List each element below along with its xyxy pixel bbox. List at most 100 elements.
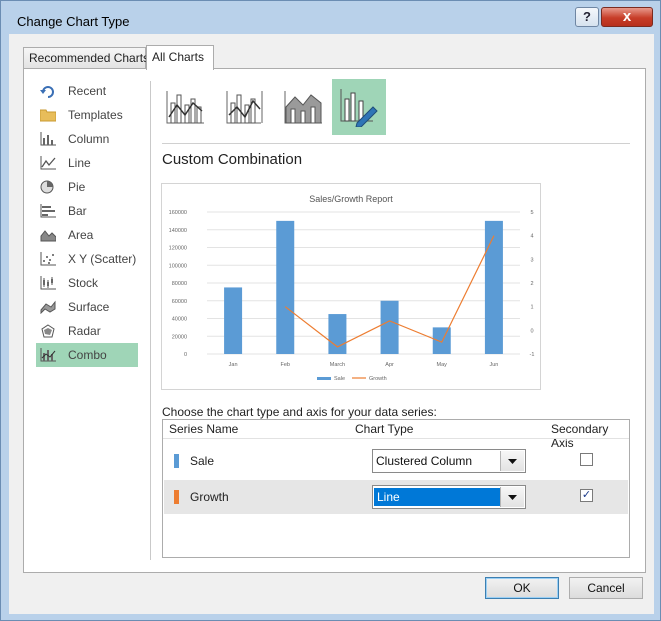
column-line-secondary-axis-thumbnail[interactable] [218, 79, 272, 135]
sidebar-item-area[interactable]: Area [36, 223, 138, 247]
bar-feb [276, 220, 295, 354]
y2-tick-label: 5 [530, 210, 533, 216]
sidebar-item-recent[interactable]: Recent [36, 79, 138, 103]
custom-combination-thumbnail[interactable] [332, 79, 386, 135]
x-tick-label: Jun [489, 362, 498, 368]
panel-divider [150, 81, 151, 560]
sidebar-item-label: Area [68, 228, 94, 242]
y2-tick-label: 0 [530, 328, 533, 334]
sidebar-item-scatter[interactable]: X Y (Scatter) [36, 247, 138, 271]
sidebar-item-label: Surface [68, 300, 110, 314]
bar-may [432, 327, 451, 354]
sidebar-item-label: Line [68, 156, 91, 170]
ok-button[interactable]: OK [485, 577, 559, 599]
chart-category-list: Recent Templates Column Line Pie Bar Are… [36, 79, 140, 367]
sidebar-item-combo[interactable]: Combo [36, 343, 138, 367]
header-separator [163, 438, 629, 439]
change-chart-type-dialog: Change Chart Type ? x Recommended Charts… [0, 0, 661, 621]
y-tick-label: 60000 [172, 299, 187, 305]
legend-label-sale: Sale [334, 376, 345, 382]
clustered-column-line-thumbnail[interactable] [158, 79, 212, 135]
x-tick-label: Feb [281, 362, 290, 368]
series-name: Growth [190, 490, 229, 504]
column-line-secondary-axis-icon [226, 91, 263, 124]
bar-jan [224, 287, 243, 354]
recent-icon [40, 86, 54, 98]
dialog-body: Recommended Charts All Charts Recent Tem… [9, 34, 654, 614]
column-header-chart-type: Chart Type [355, 422, 414, 436]
radar-chart-icon [41, 324, 55, 338]
sidebar-item-surface[interactable]: Surface [36, 295, 138, 319]
stacked-area-column-thumbnail[interactable] [276, 79, 330, 135]
y-tick-label: 160000 [169, 210, 187, 216]
y-tick-label: 120000 [169, 246, 187, 252]
stock-chart-icon [40, 276, 56, 290]
sidebar-item-label: Templates [68, 108, 123, 122]
y2-tick-label: 4 [530, 234, 533, 240]
growth-color-swatch [174, 490, 179, 504]
series-name: Sale [190, 454, 215, 468]
sidebar-item-pie[interactable]: Pie [36, 175, 138, 199]
column-chart-icon [40, 132, 56, 146]
combo-chart-icon [40, 348, 56, 362]
sidebar-item-bar[interactable]: Bar [36, 199, 138, 223]
dropdown-value: Line [374, 488, 500, 506]
clustered-column-line-icon [166, 91, 204, 124]
custom-combination-pencil-icon [340, 89, 378, 127]
area-chart-icon [40, 230, 56, 242]
tab-all-charts[interactable]: All Charts [146, 45, 214, 70]
surface-chart-icon [40, 300, 56, 314]
scatter-chart-icon [40, 252, 56, 266]
x-tick-label: Jan [229, 362, 238, 368]
dropdown-arrow-button[interactable] [500, 451, 524, 471]
sidebar-item-column[interactable]: Column [36, 127, 138, 151]
dropdown-arrow-button[interactable] [500, 487, 524, 507]
help-button[interactable]: ? [575, 7, 599, 27]
x-tick-label: March [330, 362, 345, 368]
line-chart-icon [40, 156, 56, 170]
y2-tick-label: 2 [530, 281, 533, 287]
column-header-series-name: Series Name [169, 422, 239, 436]
series-row-sale: Sale Clustered Column [164, 444, 628, 478]
gallery-divider [162, 143, 630, 144]
sale-chart-type-dropdown[interactable]: Clustered Column [372, 449, 526, 473]
tab-recommended-charts[interactable]: Recommended Charts [23, 47, 149, 69]
close-button[interactable]: x [601, 7, 653, 27]
sidebar-item-label: Stock [68, 276, 99, 290]
cancel-button[interactable]: Cancel [569, 577, 643, 599]
chevron-down-icon [508, 494, 517, 500]
y-tick-label: 100000 [169, 263, 187, 269]
sidebar-item-label: Combo [68, 348, 107, 362]
title-bar: Change Chart Type ? x [1, 1, 660, 33]
sidebar-item-stock[interactable]: Stock [36, 271, 138, 295]
chart-preview: Sales/Growth Report 160000 140000 120000 10… [161, 183, 541, 390]
bar-jun [484, 220, 503, 354]
sale-secondary-axis-checkbox[interactable] [580, 453, 593, 466]
series-table: Series Name Chart Type Secondary Axis Sa… [162, 419, 630, 558]
bar-march [328, 314, 347, 354]
y2-tick-label: -1 [530, 352, 535, 358]
sidebar-item-templates[interactable]: Templates [36, 103, 138, 127]
sidebar-item-label: Column [68, 132, 110, 146]
y-tick-label: 20000 [172, 334, 187, 340]
bar-apr [380, 300, 399, 354]
sidebar-item-label: Recent [68, 84, 107, 98]
series-row-growth: Growth Line ✓ [164, 480, 628, 514]
sale-color-swatch [174, 454, 179, 468]
chevron-down-icon [508, 458, 517, 464]
x-tick-label: Apr [385, 362, 394, 368]
legend-label-growth: Growth [369, 376, 387, 382]
legend-swatch-sale [317, 377, 331, 380]
growth-secondary-axis-checkbox[interactable]: ✓ [580, 489, 593, 502]
y2-tick-label: 1 [530, 305, 533, 311]
sidebar-item-label: Pie [68, 180, 86, 194]
y2-tick-label: 3 [530, 257, 533, 263]
growth-chart-type-dropdown[interactable]: Line [372, 485, 526, 509]
folder-icon [40, 109, 56, 122]
sidebar-item-label: Radar [68, 324, 101, 338]
pie-chart-icon [40, 180, 54, 194]
y-tick-label: 40000 [172, 317, 187, 323]
sidebar-item-line[interactable]: Line [36, 151, 138, 175]
y-tick-label: 80000 [172, 281, 187, 287]
sidebar-item-radar[interactable]: Radar [36, 319, 138, 343]
